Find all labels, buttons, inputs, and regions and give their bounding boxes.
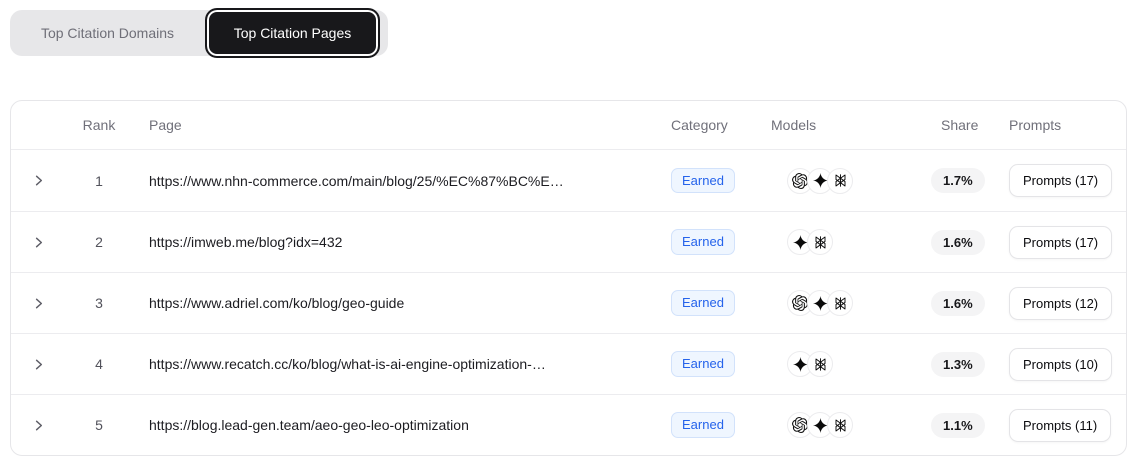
table-row: 1 https://www.nhn-commerce.com/main/blog… [11,150,1126,211]
expand-row-button[interactable] [27,296,46,311]
column-header-category: Category [671,117,771,133]
category-badge: Earned [671,168,735,194]
models-cell [771,229,931,255]
rank-cell: 4 [71,356,127,372]
tab-bar: Top Citation Domains Top Citation Pages [10,10,388,56]
perplexity-icon [807,351,833,377]
page-url: https://www.nhn-commerce.com/main/blog/2… [127,173,671,189]
column-header-prompts: Prompts [1009,117,1110,133]
models-cell [771,168,931,194]
category-badge: Earned [671,412,735,438]
rank-cell: 5 [71,417,127,433]
share-badge: 1.6% [931,230,985,255]
citation-pages-table: Rank Page Category Models Share Prompts … [10,100,1127,456]
category-badge: Earned [671,229,735,255]
table-body: 1 https://www.nhn-commerce.com/main/blog… [11,150,1126,455]
chevron-right-icon [31,357,46,372]
page-url: https://www.adriel.com/ko/blog/geo-guide [127,295,671,311]
table-row: 5 https://blog.lead-gen.team/aeo-geo-leo… [11,394,1126,455]
perplexity-icon [807,229,833,255]
column-header-models: Models [771,117,931,133]
expand-row-button[interactable] [27,235,46,250]
page-url: https://imweb.me/blog?idx=432 [127,234,671,250]
expand-row-button[interactable] [27,418,46,433]
table-header: Rank Page Category Models Share Prompts [11,101,1126,150]
tab-top-citation-domains[interactable]: Top Citation Domains [10,10,205,56]
chevron-right-icon [31,418,46,433]
rank-cell: 3 [71,295,127,311]
models-cell [771,351,931,377]
column-header-rank: Rank [71,117,127,133]
prompts-button[interactable]: Prompts (11) [1009,409,1111,442]
page-url: https://blog.lead-gen.team/aeo-geo-leo-o… [127,417,671,433]
chevron-right-icon [31,296,46,311]
tab-top-citation-pages[interactable]: Top Citation Pages [205,8,380,58]
perplexity-icon [827,290,853,316]
share-badge: 1.1% [931,413,985,438]
prompts-button[interactable]: Prompts (17) [1009,164,1112,197]
rank-cell: 1 [71,173,127,189]
table-row: 4 https://www.recatch.cc/ko/blog/what-is… [11,333,1126,394]
share-badge: 1.3% [931,352,985,377]
models-cell [771,412,931,438]
category-badge: Earned [671,290,735,316]
perplexity-icon [827,412,853,438]
expand-row-button[interactable] [27,173,46,188]
models-cell [771,290,931,316]
share-badge: 1.6% [931,291,985,316]
category-badge: Earned [671,351,735,377]
table-row: 3 https://www.adriel.com/ko/blog/geo-gui… [11,272,1126,333]
chevron-right-icon [31,235,46,250]
share-badge: 1.7% [931,168,985,193]
expand-row-button[interactable] [27,357,46,372]
perplexity-icon [827,168,853,194]
table-row: 2 https://imweb.me/blog?idx=432 Earned 1… [11,211,1126,272]
prompts-button[interactable]: Prompts (17) [1009,226,1112,259]
prompts-button[interactable]: Prompts (12) [1009,287,1112,320]
page-url: https://www.recatch.cc/ko/blog/what-is-a… [127,356,671,372]
citations-panel: Top Citation Domains Top Citation Pages … [0,0,1137,456]
prompts-button[interactable]: Prompts (10) [1009,348,1112,381]
column-header-share: Share [931,117,1009,133]
column-header-page: Page [127,117,671,133]
rank-cell: 2 [71,234,127,250]
chevron-right-icon [31,173,46,188]
